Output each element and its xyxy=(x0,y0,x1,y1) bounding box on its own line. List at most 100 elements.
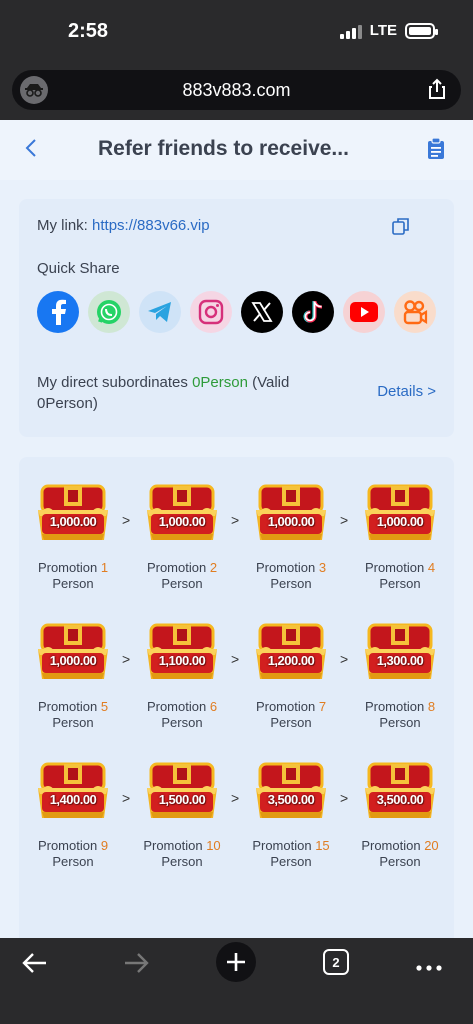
chevron-right-icon: > xyxy=(122,651,131,667)
promotion-unit: Person xyxy=(52,715,94,730)
promotion-text: Promotion xyxy=(37,699,98,714)
promotion-number: 10 xyxy=(206,838,221,853)
my-link-row: My link: https://883v66.vip xyxy=(37,217,210,234)
promotion-unit: Person xyxy=(270,854,312,869)
promotion-label: Promotion 4 Person xyxy=(350,560,450,592)
back-arrow-icon[interactable] xyxy=(22,952,48,979)
clipboard-icon[interactable] xyxy=(427,137,445,165)
promotion-unit: Person xyxy=(161,854,203,869)
promotion-label: Promotion 5 Person xyxy=(23,699,123,731)
promotion-unit: Person xyxy=(270,715,312,730)
promotion-text: Promotion xyxy=(37,560,98,575)
promotion-number: 20 xyxy=(424,838,439,853)
promotion-unit: Person xyxy=(52,854,94,869)
page-header: Refer friends to receive... xyxy=(0,120,473,180)
promotion-tier: 1,000.00 Promotion 4 Person xyxy=(350,484,450,592)
promotion-label: Promotion 1 Person xyxy=(23,560,123,592)
instagram-icon[interactable] xyxy=(190,291,232,333)
reward-amount: 1,000.00 xyxy=(376,514,424,529)
promotion-tier: 1,000.00 Promotion 3 Person xyxy=(241,484,341,592)
promotion-text: Promotion xyxy=(252,838,312,853)
treasure-chest-icon: 1,000.00 xyxy=(36,623,110,681)
tiktok-icon[interactable] xyxy=(292,291,334,333)
forward-arrow-icon[interactable] xyxy=(123,952,149,979)
promotion-card: 1,000.00 Promotion 1 Person >1,000.00 Promot… xyxy=(19,457,454,938)
x-icon[interactable] xyxy=(241,291,283,333)
copy-icon[interactable] xyxy=(392,217,410,240)
promotion-tier: 1,300.00 Promotion 8 Person xyxy=(350,623,450,731)
promotion-label: Promotion 15 Person xyxy=(241,838,341,870)
promotion-number: 1 xyxy=(100,560,109,575)
more-icon[interactable] xyxy=(416,958,442,976)
treasure-chest-icon: 1,000.00 xyxy=(145,484,219,542)
address-bar[interactable]: 883v883.com xyxy=(12,70,461,110)
new-tab-button[interactable] xyxy=(216,942,256,982)
promotion-unit: Person xyxy=(270,576,312,591)
chevron-right-icon: > xyxy=(231,790,240,806)
treasure-chest-icon: 1,000.00 xyxy=(363,484,437,542)
telegram-icon[interactable] xyxy=(139,291,181,333)
subordinates-valid-label: (Valid xyxy=(252,374,290,391)
promotion-number: 2 xyxy=(209,560,218,575)
url-text[interactable]: 883v883.com xyxy=(12,80,461,101)
promotion-tier: 1,000.00 Promotion 2 Person xyxy=(132,484,232,592)
promotion-text: Promotion xyxy=(37,838,98,853)
battery-icon xyxy=(405,22,438,39)
promotion-tier: 1,200.00 Promotion 7 Person xyxy=(241,623,341,731)
back-icon[interactable] xyxy=(24,138,38,164)
promotion-number: 4 xyxy=(427,560,436,575)
treasure-chest-icon: 1,000.00 xyxy=(36,484,110,542)
facebook-icon[interactable] xyxy=(37,291,79,333)
promotion-label: Promotion 9 Person xyxy=(23,838,123,870)
referral-card: My link: https://883v66.vip Quick Share xyxy=(19,199,454,437)
treasure-chest-icon: 1,500.00 xyxy=(145,762,219,820)
whatsapp-icon[interactable] xyxy=(88,291,130,333)
promotion-number: 6 xyxy=(209,699,218,714)
share-icon[interactable] xyxy=(427,78,447,105)
my-link-label: My link: xyxy=(37,217,88,234)
subordinates-label: My direct subordinates xyxy=(37,374,188,391)
reward-amount: 3,500.00 xyxy=(376,792,424,807)
treasure-chest-icon: 1,300.00 xyxy=(363,623,437,681)
plus-icon xyxy=(227,953,245,971)
promotion-unit: Person xyxy=(379,854,421,869)
reward-amount: 1,100.00 xyxy=(158,653,206,668)
my-link-value[interactable]: https://883v66.vip xyxy=(92,217,210,234)
quick-share-label: Quick Share xyxy=(37,260,120,277)
share-options xyxy=(37,291,436,333)
promotion-tier: 3,500.00 Promotion 15 Person xyxy=(241,762,341,870)
reward-amount: 1,000.00 xyxy=(49,514,97,529)
promotion-text: Promotion xyxy=(146,560,207,575)
treasure-chest-icon: 1,000.00 xyxy=(254,484,328,542)
promotion-number: 3 xyxy=(318,560,327,575)
details-link[interactable]: Details > xyxy=(377,383,436,400)
promotion-number: 5 xyxy=(100,699,109,714)
promotion-label: Promotion 3 Person xyxy=(241,560,341,592)
subordinates-valid-count: 0Person) xyxy=(37,395,98,412)
treasure-chest-icon: 3,500.00 xyxy=(254,762,328,820)
chevron-right-icon: > xyxy=(231,651,240,667)
promotion-number: 15 xyxy=(315,838,330,853)
reward-amount: 1,000.00 xyxy=(158,514,206,529)
promotion-unit: Person xyxy=(161,715,203,730)
chevron-right-icon: > xyxy=(340,790,349,806)
treasure-chest-icon: 1,200.00 xyxy=(254,623,328,681)
browser-toolbar: 2 xyxy=(0,938,473,1024)
web-page: Refer friends to receive... My link: htt… xyxy=(0,120,473,938)
promotion-label: Promotion 20 Person xyxy=(350,838,450,870)
chevron-right-icon: > xyxy=(340,651,349,667)
reward-amount: 1,400.00 xyxy=(49,792,97,807)
promotion-number: 9 xyxy=(100,838,109,853)
subordinates-info: My direct subordinates 0Person (Valid 0P… xyxy=(37,372,337,414)
kwai-icon[interactable] xyxy=(394,291,436,333)
promotion-tier: 3,500.00 Promotion 20 Person xyxy=(350,762,450,870)
promotion-tier: 1,000.00 Promotion 5 Person xyxy=(23,623,123,731)
chevron-right-icon: > xyxy=(122,512,131,528)
tabs-button[interactable]: 2 xyxy=(323,949,349,975)
promotion-unit: Person xyxy=(52,576,94,591)
youtube-icon[interactable] xyxy=(343,291,385,333)
promotion-tier: 1,500.00 Promotion 10 Person xyxy=(132,762,232,870)
treasure-chest-icon: 1,400.00 xyxy=(36,762,110,820)
promotion-text: Promotion xyxy=(364,699,425,714)
promotion-label: Promotion 7 Person xyxy=(241,699,341,731)
